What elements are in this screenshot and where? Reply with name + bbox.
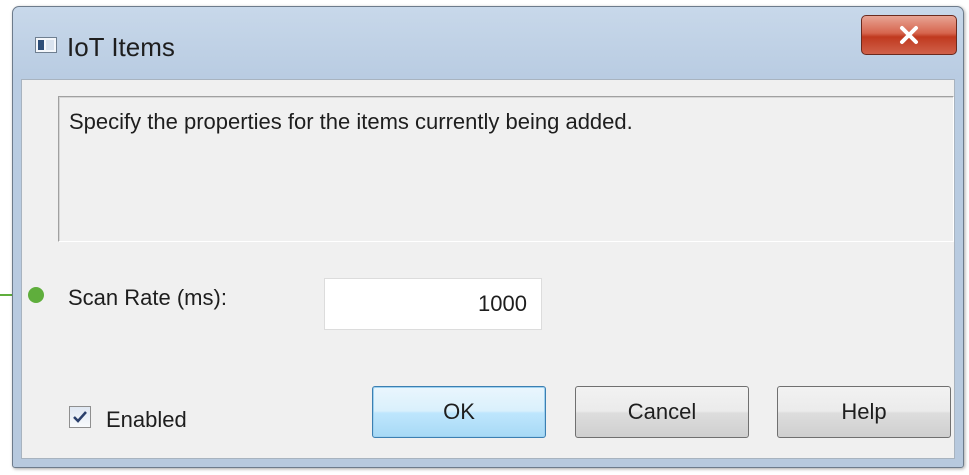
window-title: IoT Items bbox=[67, 32, 175, 62]
description-box: Specify the properties for the items cur… bbox=[58, 96, 954, 242]
scan-rate-input[interactable] bbox=[324, 278, 542, 330]
app-window-icon bbox=[35, 37, 57, 53]
dialog-client-area: Specify the properties for the items cur… bbox=[21, 79, 955, 459]
enabled-checkbox[interactable] bbox=[69, 406, 91, 428]
ok-button[interactable]: OK bbox=[372, 386, 546, 438]
checkmark-icon bbox=[72, 409, 88, 425]
close-button[interactable] bbox=[861, 15, 957, 55]
description-text: Specify the properties for the items cur… bbox=[69, 109, 633, 134]
enabled-label[interactable]: Enabled bbox=[106, 407, 187, 433]
callout-dot bbox=[28, 287, 44, 303]
title-bar[interactable]: IoT Items bbox=[13, 7, 963, 79]
close-icon bbox=[898, 25, 920, 45]
scan-rate-label: Scan Rate (ms): bbox=[68, 285, 227, 310]
dialog-window: IoT Items Specify the properties for the… bbox=[12, 6, 964, 468]
help-button[interactable]: Help bbox=[777, 386, 951, 438]
cancel-button[interactable]: Cancel bbox=[575, 386, 749, 438]
